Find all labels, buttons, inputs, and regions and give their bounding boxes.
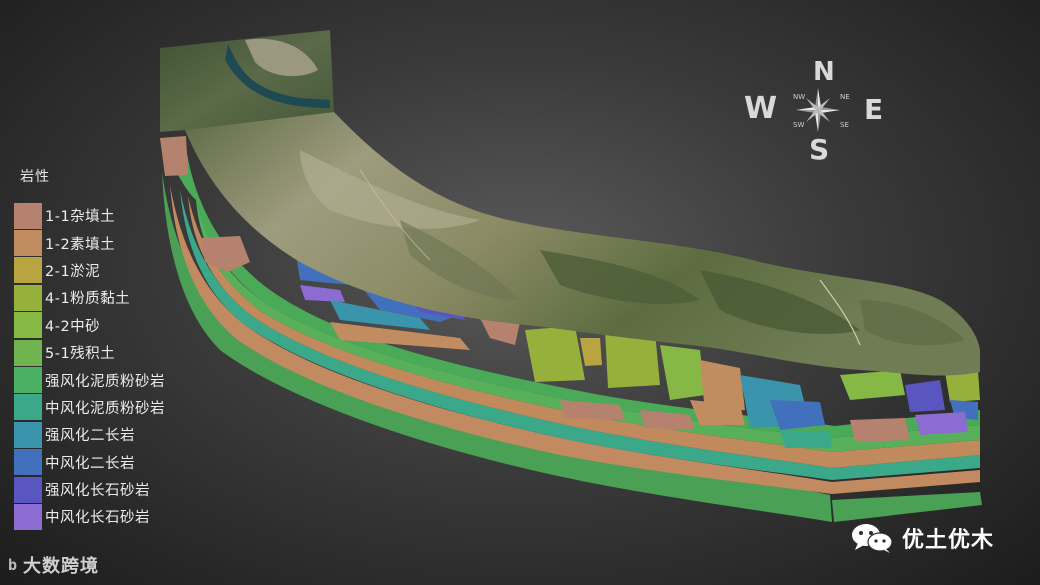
compass-n-label: N [813,57,835,87]
legend-items: 1-1杂填土 1-2素填土 2-1淤泥 4-1粉质黏土 4-2中砂 5-1残积土强风化泥质… [14,202,165,531]
brand-logo-icon: b [8,556,18,574]
legend-title: 岩性 [20,169,50,185]
legend-swatch [14,367,42,394]
legend-label: 中风化长石砂岩 [45,510,150,527]
legend-label: 5-1残积土 [45,346,116,363]
legend-swatch [14,230,42,257]
compass-se-label: SE [840,121,849,129]
legend-swatch [14,476,42,503]
legend-item: 中风化泥质粉砂岩 [14,394,165,421]
compass-rose: N S W E NW NE SW SE [740,55,895,170]
wechat-icon [850,522,894,554]
legend-item: 强风化长石砂岩 [14,476,165,503]
legend-swatch [14,284,42,311]
legend-label: 强风化泥质粉砂岩 [45,373,165,390]
legend-item: 5-1残积土 [14,339,165,366]
legend-item: 2-1淤泥 [14,257,165,284]
watermark-text: 优土优木 [902,528,995,553]
legend-item: 4-2中砂 [14,312,165,339]
legend-label: 强风化长石砂岩 [45,483,150,500]
brand-watermark: b 大数跨境 [8,552,99,578]
legend-swatch [14,503,42,530]
legend-swatch [14,339,42,366]
legend-label: 2-1淤泥 [45,263,101,280]
compass-w-label: W [744,91,778,126]
legend-item: 中风化长石砂岩 [14,503,165,530]
compass-e-label: E [864,93,884,126]
stratum-base [832,492,982,522]
legend-swatch [14,449,42,476]
legend-item: 强风化二长岩 [14,421,165,448]
legend-item: 1-2素填土 [14,229,165,257]
legend-swatch [14,202,42,229]
legend-item: 强风化泥质粉砂岩 [14,366,165,394]
legend-label: 1-2素填土 [45,236,116,253]
legend-item: 1-1杂填土 [14,202,165,229]
legend-label: 1-1杂填土 [45,209,116,226]
legend-swatch [14,421,42,448]
compass-ne-label: NE [840,93,850,101]
compass-star-icon [796,88,840,132]
legend-swatch [14,257,42,284]
legend-item: 中风化二长岩 [14,449,165,476]
legend-label: 4-2中砂 [45,318,101,335]
legend-label: 4-1粉质黏土 [45,291,131,308]
lithology-legend: 岩性 1-1杂填土 1-2素填土 2-1淤泥 4-1粉质黏土 4-2中砂 5-1残积土强风… [14,166,165,531]
wechat-watermark: 优土优木 [850,522,994,554]
legend-label: 强风化二长岩 [45,428,135,445]
legend-label: 中风化泥质粉砂岩 [45,400,165,417]
legend-swatch [14,312,42,339]
legend-item: 4-1粉质黏土 [14,284,165,311]
compass-s-label: S [809,133,830,166]
brand-text: 大数跨境 [23,556,100,577]
legend-swatch [14,394,42,421]
legend-label: 中风化二长岩 [45,455,135,472]
